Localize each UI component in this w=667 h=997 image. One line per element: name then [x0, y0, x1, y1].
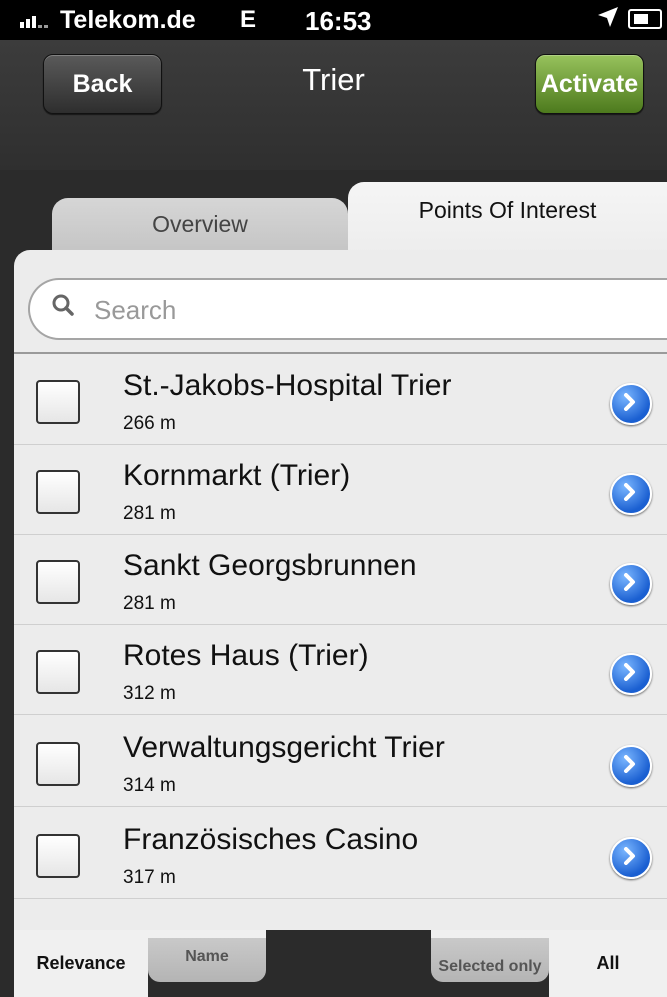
list-item[interactable]: Verwaltungsgericht Trier 314 m	[14, 717, 667, 807]
filter-all-button[interactable]: All	[549, 930, 667, 997]
activate-button[interactable]: Activate	[535, 54, 644, 114]
poi-name: Kornmarkt (Trier)	[123, 459, 351, 492]
checkbox[interactable]	[36, 834, 80, 878]
list-item[interactable]: St.-Jakobs-Hospital Trier 266 m	[14, 355, 667, 445]
disclosure-chevron-icon[interactable]	[610, 563, 652, 605]
sort-relevance-button[interactable]: Relevance	[14, 930, 148, 997]
battery-icon	[628, 9, 662, 29]
clock: 16:53	[305, 6, 372, 36]
checkbox[interactable]	[36, 742, 80, 786]
search-bar[interactable]	[28, 278, 667, 340]
poi-distance: 317 m	[123, 867, 176, 888]
poi-distance: 314 m	[123, 775, 176, 796]
divider	[14, 352, 667, 354]
disclosure-chevron-icon[interactable]	[610, 837, 652, 879]
list-item[interactable]: Französisches Casino 317 m	[14, 809, 667, 899]
checkbox[interactable]	[36, 470, 80, 514]
disclosure-chevron-icon[interactable]	[610, 745, 652, 787]
poi-name: Verwaltungsgericht Trier	[123, 731, 445, 764]
filter-selected-only-button[interactable]: Selected only	[431, 938, 549, 982]
status-bar: Telekom.de E 16:53	[0, 0, 667, 40]
poi-distance: 312 m	[123, 683, 176, 704]
toolbar-gap	[266, 930, 431, 997]
disclosure-chevron-icon[interactable]	[610, 653, 652, 695]
disclosure-chevron-icon[interactable]	[610, 383, 652, 425]
list-item[interactable]: Sankt Georgsbrunnen 281 m	[14, 535, 667, 625]
sort-name-button[interactable]: Name	[148, 938, 266, 982]
poi-name: Sankt Georgsbrunnen	[123, 549, 417, 582]
poi-name: Französisches Casino	[123, 823, 419, 856]
disclosure-chevron-icon[interactable]	[610, 473, 652, 515]
poi-distance: 266 m	[123, 413, 176, 434]
location-arrow-icon	[596, 5, 620, 36]
poi-name: Rotes Haus (Trier)	[123, 639, 369, 672]
poi-name: St.-Jakobs-Hospital Trier	[123, 369, 452, 402]
search-input[interactable]	[92, 290, 636, 330]
list-item[interactable]: Rotes Haus (Trier) 312 m	[14, 625, 667, 715]
search-icon	[52, 294, 74, 316]
carrier-name: Telekom.de	[60, 6, 196, 34]
list-item[interactable]: Kornmarkt (Trier) 281 m	[14, 445, 667, 535]
tab-overview[interactable]: Overview	[52, 198, 348, 258]
checkbox[interactable]	[36, 380, 80, 424]
poi-distance: 281 m	[123, 503, 176, 524]
network-type: E	[240, 6, 257, 33]
checkbox[interactable]	[36, 650, 80, 694]
navigation-bar: Back Trier Activate	[0, 40, 667, 170]
checkbox[interactable]	[36, 560, 80, 604]
signal-strength-icon	[20, 16, 48, 28]
poi-distance: 281 m	[123, 593, 176, 614]
